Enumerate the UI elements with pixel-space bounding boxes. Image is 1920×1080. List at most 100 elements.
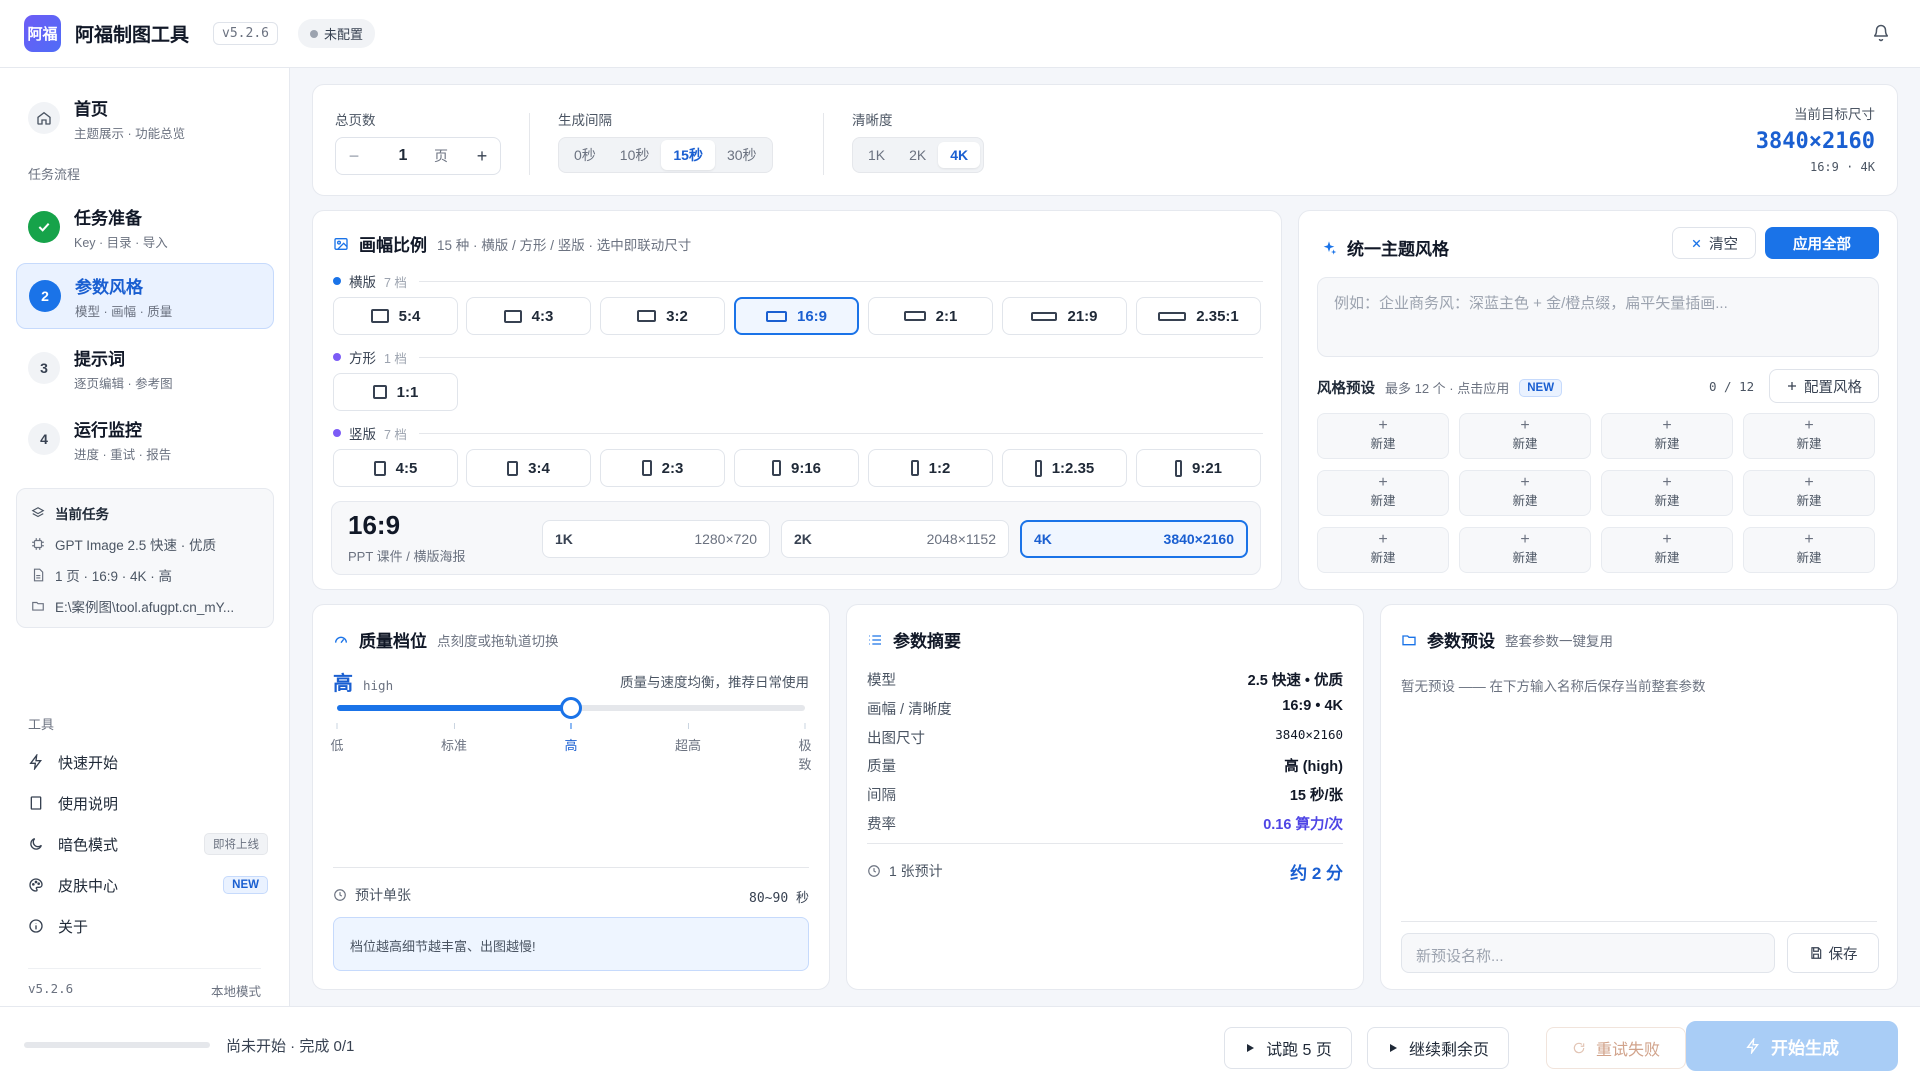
ratio-button-1-2[interactable]: 1:2 [868,449,993,487]
summary-value: 3840×2160 [1275,727,1343,742]
ratio-button-2-35-1[interactable]: 2.35:1 [1136,297,1261,335]
ratio-button-9-21[interactable]: 9:21 [1136,449,1261,487]
quality-tick[interactable]: 极致 [798,723,812,773]
continue-button[interactable]: 继续剩余页 [1367,1027,1509,1069]
clarity-segmented[interactable]: 1K 2K 4K [852,137,985,173]
step-task-prep[interactable]: 任务准备 Key · 目录 · 导入 [16,194,274,260]
resolution-4k-selected[interactable]: 4K 3840×2160 [1020,520,1248,558]
ratio-shape-icon [503,309,522,323]
interval-segmented[interactable]: 0秒 10秒 15秒 30秒 [558,137,773,173]
tool-about[interactable]: 关于 [28,912,268,940]
resolution-2k[interactable]: 2K 2048×1152 [781,520,1009,558]
bell-icon[interactable] [1872,24,1890,42]
ratio-button-2-3[interactable]: 2:3 [600,449,725,487]
group-count: 1 档 [384,351,407,366]
sparkle-icon [1323,240,1337,255]
ratio-label: 16:9 [796,307,828,325]
tool-skin-center[interactable]: 皮肤中心 NEW [28,871,268,899]
tool-dark-mode[interactable]: 暗色模式 即将上线 [28,830,268,858]
estimate-label: 预计单张 [355,887,411,903]
interval-option-selected[interactable]: 15秒 [661,140,715,170]
group-square: 方形 1 档 [333,347,1263,367]
file-icon [33,568,44,582]
ratio-button-5-4[interactable]: 5:4 [333,297,458,335]
ratio-button-16-9-selected[interactable]: 16:9 [734,297,859,335]
theme-input[interactable]: 例如：企业商务风：深蓝主色 + 金/橙点缀，扁平矢量插画... [1317,277,1879,357]
start-generate-button[interactable]: 开始生成 [1686,1021,1898,1071]
interval-option[interactable]: 10秒 [608,140,662,170]
new-tag: NEW [223,876,268,894]
ratio-button-2-1[interactable]: 2:1 [868,297,993,335]
tool-quick-start[interactable]: 快速开始 [28,748,268,776]
nav-home[interactable]: 首页 主题展示 · 功能总览 [16,92,274,144]
status-dot [309,29,318,38]
quality-tick[interactable]: 低 [330,723,344,754]
progress-bar [24,1042,210,1048]
preset-slot[interactable]: + 新建 [1601,413,1733,459]
retry-failed-button[interactable]: 重试失败 [1546,1027,1686,1069]
close-icon [1692,239,1701,247]
preset-slot[interactable]: + 新建 [1743,413,1875,459]
new-tag: NEW [1519,378,1563,397]
app-title: 阿福制图工具 [75,25,190,46]
quality-ticks: 低 标准 高 超高 极致 [330,723,812,772]
preset-name-input[interactable]: 新预设名称... [1401,933,1775,973]
ratio-button-3-4[interactable]: 3:4 [466,449,591,487]
clarity-label: 清晰度 [852,113,893,128]
preset-slot[interactable]: + 新建 [1743,470,1875,516]
ratio-button-4-3[interactable]: 4:3 [466,297,591,335]
cpu-icon [32,538,44,550]
footer-mode: 本地模式 [210,985,261,999]
pages-minus-button[interactable]: − [336,146,372,167]
step-number: 4 [28,423,60,455]
pages-value[interactable]: 1 [372,147,434,165]
pages-stepper[interactable]: − 1 页 + [335,137,501,175]
step-monitor[interactable]: 4 运行监控 进度 · 重试 · 报告 [16,406,274,472]
summary-row: 画幅 / 清晰度 16:9 • 4K [867,698,1343,719]
preset-slot[interactable]: + 新建 [1601,527,1733,573]
preset-slot[interactable]: + 新建 [1317,470,1449,516]
step-prompts[interactable]: 3 提示词 逐页编辑 · 参考图 [16,335,274,401]
step-params-style[interactable]: 2 参数风格 模型 · 画幅 · 质量 [16,263,274,329]
home-icon [28,102,60,134]
clarity-option-selected[interactable]: 4K [938,142,981,168]
interval-option[interactable]: 30秒 [715,140,769,170]
preset-slot[interactable]: + 新建 [1317,413,1449,459]
preset-slot[interactable]: + 新建 [1317,527,1449,573]
preset-slot[interactable]: + 新建 [1459,413,1591,459]
preset-slot[interactable]: + 新建 [1743,527,1875,573]
preset-slot[interactable]: + 新建 [1459,470,1591,516]
config-style-button[interactable]: 配置风格 [1769,369,1879,403]
quality-tick[interactable]: 高 [564,723,578,754]
ratio-button-21-9[interactable]: 21:9 [1002,297,1127,335]
trial-run-button[interactable]: 试跑 5 页 [1224,1027,1352,1069]
save-preset-button[interactable]: 保存 [1787,933,1879,973]
estimate-value: 80~90 秒 [749,891,809,906]
resolution-dim: 2048×1152 [926,531,996,547]
config-status-badge[interactable]: 未配置 [297,19,375,48]
quality-tick[interactable]: 标准 [441,723,467,754]
ratio-button-4-5[interactable]: 4:5 [333,449,458,487]
ratio-button-1-2-35[interactable]: 1:2.35 [1002,449,1127,487]
ratio-button-3-2[interactable]: 3:2 [600,297,725,335]
step-title: 任务准备 [74,208,142,228]
clarity-option[interactable]: 2K [897,142,938,168]
tool-manual[interactable]: 使用说明 [28,789,268,817]
clear-button[interactable]: 清空 [1672,227,1756,259]
quality-card: 质量档位 点刻度或拖轨道切换 高 high 质量与速度均衡，推荐日常使用 低 标准… [312,604,830,990]
quality-tick[interactable]: 超高 [675,723,701,754]
ratio-button-9-16[interactable]: 9:16 [734,449,859,487]
ratio-label: 9:16 [790,459,822,477]
apply-all-button[interactable]: 应用全部 [1765,227,1879,259]
preset-slot[interactable]: + 新建 [1459,527,1591,573]
resolution-1k[interactable]: 1K 1280×720 [542,520,770,558]
preset-slot[interactable]: + 新建 [1601,470,1733,516]
plus-icon: + [1662,474,1672,491]
summary-value: 2.5 快速 • 优质 [1247,673,1343,689]
ratio-button-1-1[interactable]: 1:1 [333,373,458,411]
quality-slider-thumb[interactable] [560,697,582,719]
quality-slider-track[interactable] [337,697,805,719]
interval-option[interactable]: 0秒 [562,140,608,170]
clarity-option[interactable]: 1K [856,142,897,168]
pages-plus-button[interactable]: + [464,146,500,167]
